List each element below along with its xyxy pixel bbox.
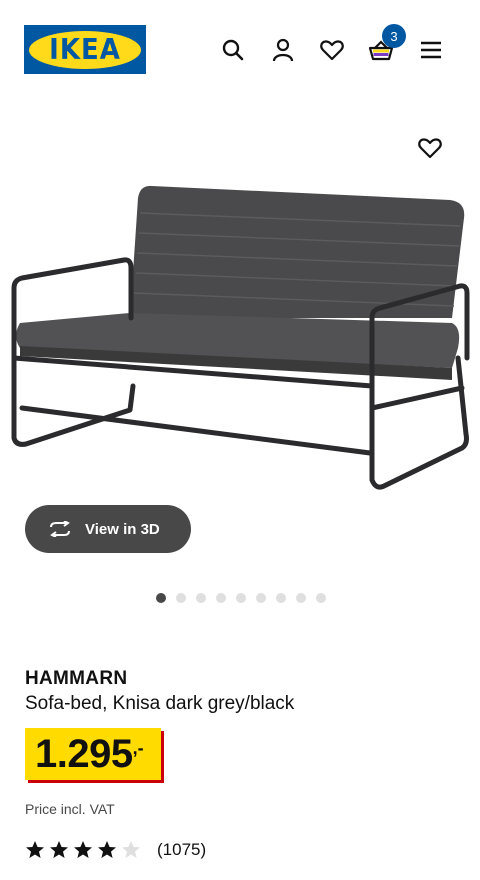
logo-oval: IKEA xyxy=(29,30,141,69)
star-filled-icon xyxy=(26,841,44,858)
carousel-dot[interactable] xyxy=(236,593,246,603)
view-in-3d-button[interactable]: View in 3D xyxy=(25,505,191,553)
carousel-dot[interactable] xyxy=(316,593,326,603)
heart-icon[interactable] xyxy=(317,35,347,65)
rotate-3d-icon xyxy=(50,521,70,537)
carousel-dot[interactable] xyxy=(256,593,266,603)
price-suffix: ,- xyxy=(132,738,144,758)
search-icon[interactable] xyxy=(218,35,248,65)
carousel-dot[interactable] xyxy=(176,593,186,603)
hamburger-menu-icon[interactable] xyxy=(416,35,446,65)
logo-text: IKEA xyxy=(49,33,121,66)
site-header: IKEA 3 xyxy=(0,0,480,100)
user-icon[interactable] xyxy=(268,35,298,65)
rating-stars xyxy=(25,840,145,860)
star-empty-icon xyxy=(122,841,140,858)
carousel-dot[interactable] xyxy=(156,593,166,603)
carousel-dot[interactable] xyxy=(216,593,226,603)
ikea-logo[interactable]: IKEA xyxy=(24,25,146,74)
carousel-dot[interactable] xyxy=(196,593,206,603)
cart-count-badge: 3 xyxy=(382,24,406,48)
product-description[interactable]: Sofa-bed, Knisa dark grey/black xyxy=(25,693,294,715)
view-in-3d-label: View in 3D xyxy=(85,520,160,538)
carousel-dot[interactable] xyxy=(276,593,286,603)
product-image[interactable] xyxy=(0,118,480,508)
star-filled-icon xyxy=(98,841,116,858)
carousel-dot[interactable] xyxy=(296,593,306,603)
price-value: 1.295 xyxy=(35,731,133,776)
product-name[interactable]: HAMMARN xyxy=(25,668,127,690)
heart-icon xyxy=(418,138,442,159)
add-to-favorites-button[interactable] xyxy=(414,132,446,164)
star-filled-icon xyxy=(50,841,68,858)
price-tag: 1.295 ,- xyxy=(25,728,161,780)
star-filled-icon xyxy=(74,841,92,858)
product-rating[interactable]: (1075) xyxy=(25,840,206,860)
review-count[interactable]: (1075) xyxy=(157,840,206,860)
vat-note: Price incl. VAT xyxy=(25,801,115,817)
image-carousel-dots xyxy=(156,593,326,603)
